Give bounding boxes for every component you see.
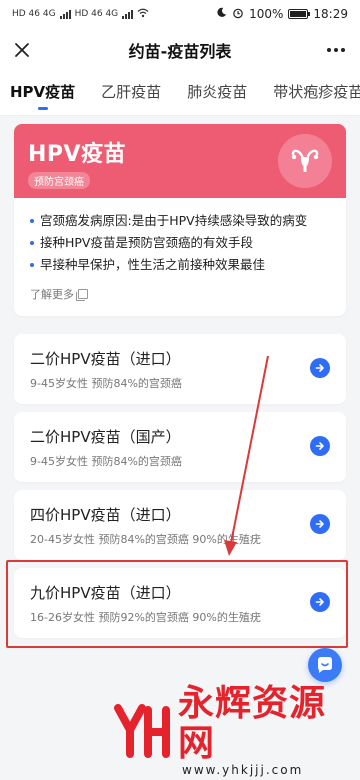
page-title: 约苗-疫苗列表 xyxy=(128,42,232,61)
watermark-text: 永辉资源网 www.yhkjjj.com xyxy=(178,683,352,777)
network-label-right: HD 46 4G xyxy=(74,9,119,19)
watermark-title: 永辉资源网 xyxy=(178,682,327,764)
signal-icon xyxy=(59,9,71,19)
status-bar: HD 46 4G HD 46 4G 100% 18:29 xyxy=(0,0,360,28)
watermark: 永辉资源网 www.yhkjjj.com xyxy=(112,683,352,777)
status-right: 100% 18:29 xyxy=(216,7,348,22)
clock: 18:29 xyxy=(313,7,348,21)
wifi-icon xyxy=(137,8,149,21)
battery-icon xyxy=(288,9,311,19)
moon-icon xyxy=(216,7,227,21)
vaccine-desc: 16-26岁女性 预防92%的宫颈癌 90%的生殖疣 xyxy=(30,611,261,624)
vaccine-desc: 20-45岁女性 预防84%的宫颈癌 90%的生殖疣 xyxy=(30,533,261,546)
fact-item: 早接种早保护，性生活之前接种效果最佳 xyxy=(30,254,330,276)
watermark-logo xyxy=(112,700,172,760)
hpv-facts-list: 宫颈癌发病原因:是由于HPV持续感染导致的病变 接种HPV疫苗是预防宫颈癌的有效… xyxy=(14,198,346,276)
banner-tag: 预防宫颈癌 xyxy=(28,172,90,189)
fact-item: 接种HPV疫苗是预防宫颈癌的有效手段 xyxy=(30,232,330,254)
dot-icon xyxy=(327,48,331,52)
chat-bot-icon xyxy=(318,657,332,673)
more-options-button[interactable] xyxy=(322,36,350,64)
info-banner: HPV疫苗 预防宫颈癌 xyxy=(14,124,346,198)
vaccine-name: 四价HPV疫苗（进口） xyxy=(30,506,181,524)
copy-icon xyxy=(76,289,88,301)
vaccine-item-bivalent-domestic[interactable]: 二价HPV疫苗（国产） 9-45岁女性 预防84%的宫颈癌 xyxy=(14,412,346,482)
vaccine-desc: 9-45岁女性 预防84%的宫颈癌 xyxy=(30,377,182,390)
nav-bar: 约苗-疫苗列表 xyxy=(0,28,360,72)
vaccine-item-quadrivalent-imported[interactable]: 四价HPV疫苗（进口） 20-45岁女性 预防84%的宫颈癌 90%的生殖疣 xyxy=(14,490,346,560)
vaccine-name: 九价HPV疫苗（进口） xyxy=(30,584,181,602)
uterus-icon xyxy=(278,134,332,188)
vaccine-list: 二价HPV疫苗（进口） 9-45岁女性 预防84%的宫颈癌 二价HPV疫苗（国产… xyxy=(14,334,346,646)
arrow-right-icon[interactable] xyxy=(310,358,330,378)
dot-icon xyxy=(341,48,345,52)
vaccine-name: 二价HPV疫苗（进口） xyxy=(30,350,181,368)
dot-icon xyxy=(334,48,338,52)
battery-percent: 100% xyxy=(249,7,284,21)
network-label-left: HD 46 4G xyxy=(12,9,56,19)
vaccine-name: 二价HPV疫苗（国产） xyxy=(30,428,181,446)
tab-hpv[interactable]: HPV疫苗 xyxy=(10,72,75,115)
arrow-right-icon[interactable] xyxy=(310,592,330,612)
vaccine-item-nonavalent-imported[interactable]: 九价HPV疫苗（进口） 16-26岁女性 预防92%的宫颈癌 90%的生殖疣 xyxy=(14,568,346,638)
close-button[interactable] xyxy=(8,36,36,64)
tab-pneumonia[interactable]: 肺炎疫苗 xyxy=(187,72,247,115)
signal-icon-2 xyxy=(122,9,134,19)
hpv-info-card: HPV疫苗 预防宫颈癌 宫颈癌发病原因:是由于HPV持续感染导致的病变 接种HP… xyxy=(14,124,346,316)
vaccine-category-tabs: HPV疫苗 乙肝疫苗 肺炎疫苗 带状疱疹疫苗 xyxy=(0,72,360,116)
close-icon xyxy=(15,43,29,57)
tab-hepatitis-b[interactable]: 乙肝疫苗 xyxy=(101,72,161,115)
network-indicators: HD 46 4G HD 46 4G xyxy=(12,8,149,21)
vaccine-desc: 9-45岁女性 预防84%的宫颈癌 xyxy=(30,455,182,468)
customer-service-button[interactable] xyxy=(308,648,342,682)
tab-herpes-zoster[interactable]: 带状疱疹疫苗 xyxy=(273,72,360,115)
arrow-right-icon[interactable] xyxy=(310,514,330,534)
watermark-url: www.yhkjjj.com xyxy=(182,763,304,777)
arrow-right-icon[interactable] xyxy=(310,436,330,456)
learn-more-link[interactable]: 了解更多 xyxy=(30,286,88,302)
learn-more-label: 了解更多 xyxy=(30,288,74,301)
alarm-icon xyxy=(232,7,244,22)
vaccine-item-bivalent-imported[interactable]: 二价HPV疫苗（进口） 9-45岁女性 预防84%的宫颈癌 xyxy=(14,334,346,404)
fact-item: 宫颈癌发病原因:是由于HPV持续感染导致的病变 xyxy=(30,210,330,232)
